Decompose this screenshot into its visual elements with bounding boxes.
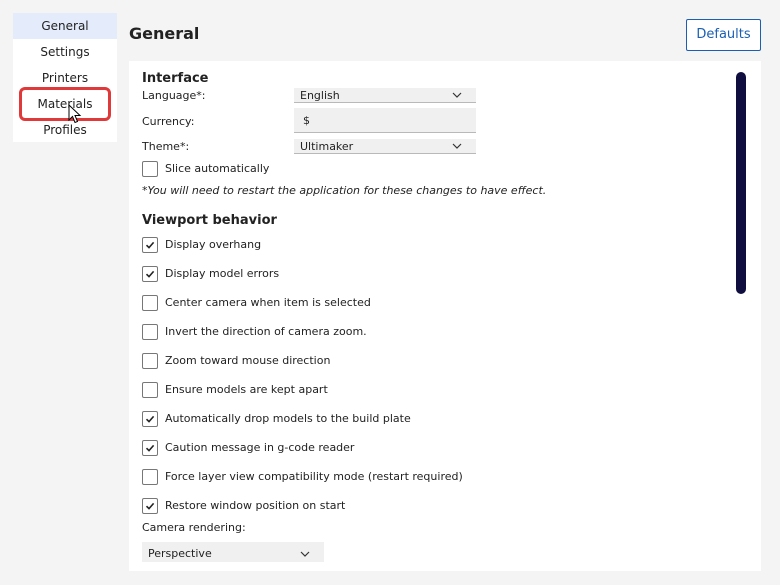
mouse-pointer-icon [68,104,82,124]
restart-note: *You will need to restart the applicatio… [142,184,547,197]
viewport-option-checkbox[interactable]: Ensure models are kept apart [142,381,328,398]
checkmark-icon [145,444,155,452]
checkmark-icon [145,415,155,423]
theme-value: Ultimaker [300,140,354,153]
checkbox-checked[interactable] [142,410,158,427]
checkbox-box[interactable] [142,160,158,177]
viewport-option-checkbox[interactable]: Display model errors [142,265,279,282]
chevron-down-icon [300,551,310,557]
checkbox-checked[interactable] [142,439,158,456]
checkbox-unchecked[interactable] [142,352,158,369]
sidebar-item-printers[interactable]: Printers [13,65,117,91]
viewport-option-checkbox[interactable]: Zoom toward mouse direction [142,352,330,369]
checkbox-label: Caution message in g-code reader [165,441,355,454]
theme-label: Theme*: [142,140,190,153]
checkbox-checked[interactable] [142,497,158,514]
language-label: Language*: [142,89,206,102]
viewport-option-checkbox[interactable]: Automatically drop models to the build p… [142,410,411,427]
defaults-button[interactable]: Defaults [686,19,761,51]
checkbox-label: Force layer view compatibility mode (res… [165,470,463,483]
camera-rendering-label: Camera rendering: [142,521,246,534]
checkbox-checked[interactable] [142,265,158,282]
language-value: English [300,89,340,102]
checkbox-checked[interactable] [142,236,158,253]
chevron-down-icon [452,143,462,149]
preferences-sidebar: General Settings Printers Materials Prof… [13,13,117,142]
checkbox-label: Zoom toward mouse direction [165,354,331,367]
checkbox-label: Restore window position on start [165,499,346,512]
camera-rendering-value: Perspective [148,547,212,560]
chevron-down-icon [452,92,462,98]
checkbox-label: Automatically drop models to the build p… [165,412,411,425]
general-settings-panel: Interface Language*: English Currency: $… [129,61,761,571]
checkbox-unchecked[interactable] [142,381,158,398]
checkbox-label: Display overhang [165,238,262,251]
viewport-option-checkbox[interactable]: Force layer view compatibility mode (res… [142,468,463,485]
currency-input[interactable]: $ [294,108,476,133]
checkbox-unchecked[interactable] [142,294,158,311]
checkmark-icon [145,270,155,278]
checkbox-unchecked[interactable] [142,468,158,485]
checkbox-label: Display model errors [165,267,280,280]
viewport-option-checkbox[interactable]: Display overhang [142,236,261,253]
checkbox-label: Center camera when item is selected [165,296,371,309]
language-select[interactable]: English [294,88,476,103]
checkbox-unchecked[interactable] [142,323,158,340]
viewport-option-checkbox[interactable]: Invert the direction of camera zoom. [142,323,367,340]
viewport-option-checkbox[interactable]: Center camera when item is selected [142,294,371,311]
sidebar-item-general[interactable]: General [13,13,117,39]
viewport-option-checkbox[interactable]: Caution message in g-code reader [142,439,354,456]
viewport-option-checkbox[interactable]: Restore window position on start [142,497,345,514]
checkbox-label: Invert the direction of camera zoom. [165,325,367,338]
interface-section-title: Interface [142,71,209,86]
scrollbar-handle[interactable] [736,72,746,294]
sidebar-item-profiles[interactable]: Profiles [13,117,117,143]
viewport-section-title: Viewport behavior [142,213,277,228]
preferences-window: General Settings Printers Materials Prof… [0,0,780,585]
checkmark-icon [145,502,155,510]
checkbox-label: Slice automatically [165,162,270,175]
sidebar-item-settings[interactable]: Settings [13,39,117,65]
checkbox-label: Ensure models are kept apart [165,383,328,396]
slice-automatically-checkbox[interactable]: Slice automatically [142,160,269,177]
camera-rendering-select[interactable]: Perspective [142,542,324,562]
sidebar-item-materials[interactable]: Materials [13,91,117,117]
currency-label: Currency: [142,115,195,128]
checkmark-icon [145,241,155,249]
theme-select[interactable]: Ultimaker [294,139,476,154]
page-title: General [129,24,200,43]
